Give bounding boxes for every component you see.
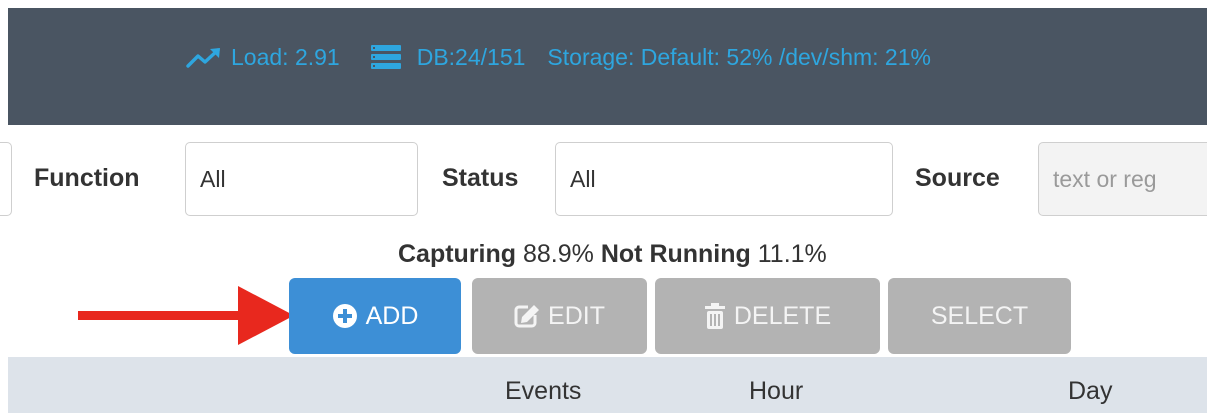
edit-button-label: EDIT: [548, 301, 605, 330]
function-filter-input[interactable]: [185, 142, 418, 216]
server-stack-icon: [370, 44, 402, 70]
top-status-bar: Load: 2.91 DB:24/151 Storage: Default: 5…: [8, 8, 1207, 125]
trending-up-icon: [186, 45, 222, 69]
status-filter-input[interactable]: [555, 142, 893, 216]
edit-button[interactable]: EDIT: [472, 278, 647, 354]
function-filter-label: Function: [34, 164, 140, 192]
db-stat: DB:24/151: [416, 43, 526, 70]
red-arrow-annotation: [78, 284, 294, 353]
edit-icon: [514, 304, 540, 328]
status-filter-label: Status: [442, 164, 519, 192]
delete-button[interactable]: DELETE: [655, 278, 880, 354]
not-running-value: 11.1%: [757, 240, 827, 268]
table-header: Events Hour Day: [8, 357, 1207, 413]
column-header-hour[interactable]: Hour: [749, 377, 803, 406]
status-summary: Capturing 88.9% Not Running 11.1%: [398, 240, 827, 269]
select-button-label: SELECT: [930, 301, 1029, 330]
not-running-label: Not Running: [600, 240, 751, 268]
previous-filter-input[interactable]: [0, 142, 12, 216]
capturing-label: Capturing: [398, 240, 517, 268]
load-stat: Load: 2.91: [231, 43, 340, 70]
column-header-day[interactable]: Day: [1068, 377, 1112, 406]
select-button[interactable]: SELECT: [888, 278, 1071, 354]
trash-icon: [704, 302, 726, 330]
add-button[interactable]: ADD: [289, 278, 461, 354]
add-button-label: ADD: [365, 301, 419, 330]
system-stats: Load: 2.91 DB:24/151 Storage: Default: 5…: [186, 40, 931, 74]
column-header-events[interactable]: Events: [505, 377, 581, 406]
delete-button-label: DELETE: [733, 301, 832, 330]
plus-circle-icon: [332, 303, 358, 329]
storage-stat: Storage: Default: 52% /dev/shm: 21%: [547, 43, 931, 70]
capturing-value: 88.9%: [523, 240, 594, 268]
source-filter-input[interactable]: [1038, 142, 1207, 216]
filter-row: Function Status Source: [0, 140, 1207, 220]
source-filter-label: Source: [915, 164, 1000, 192]
